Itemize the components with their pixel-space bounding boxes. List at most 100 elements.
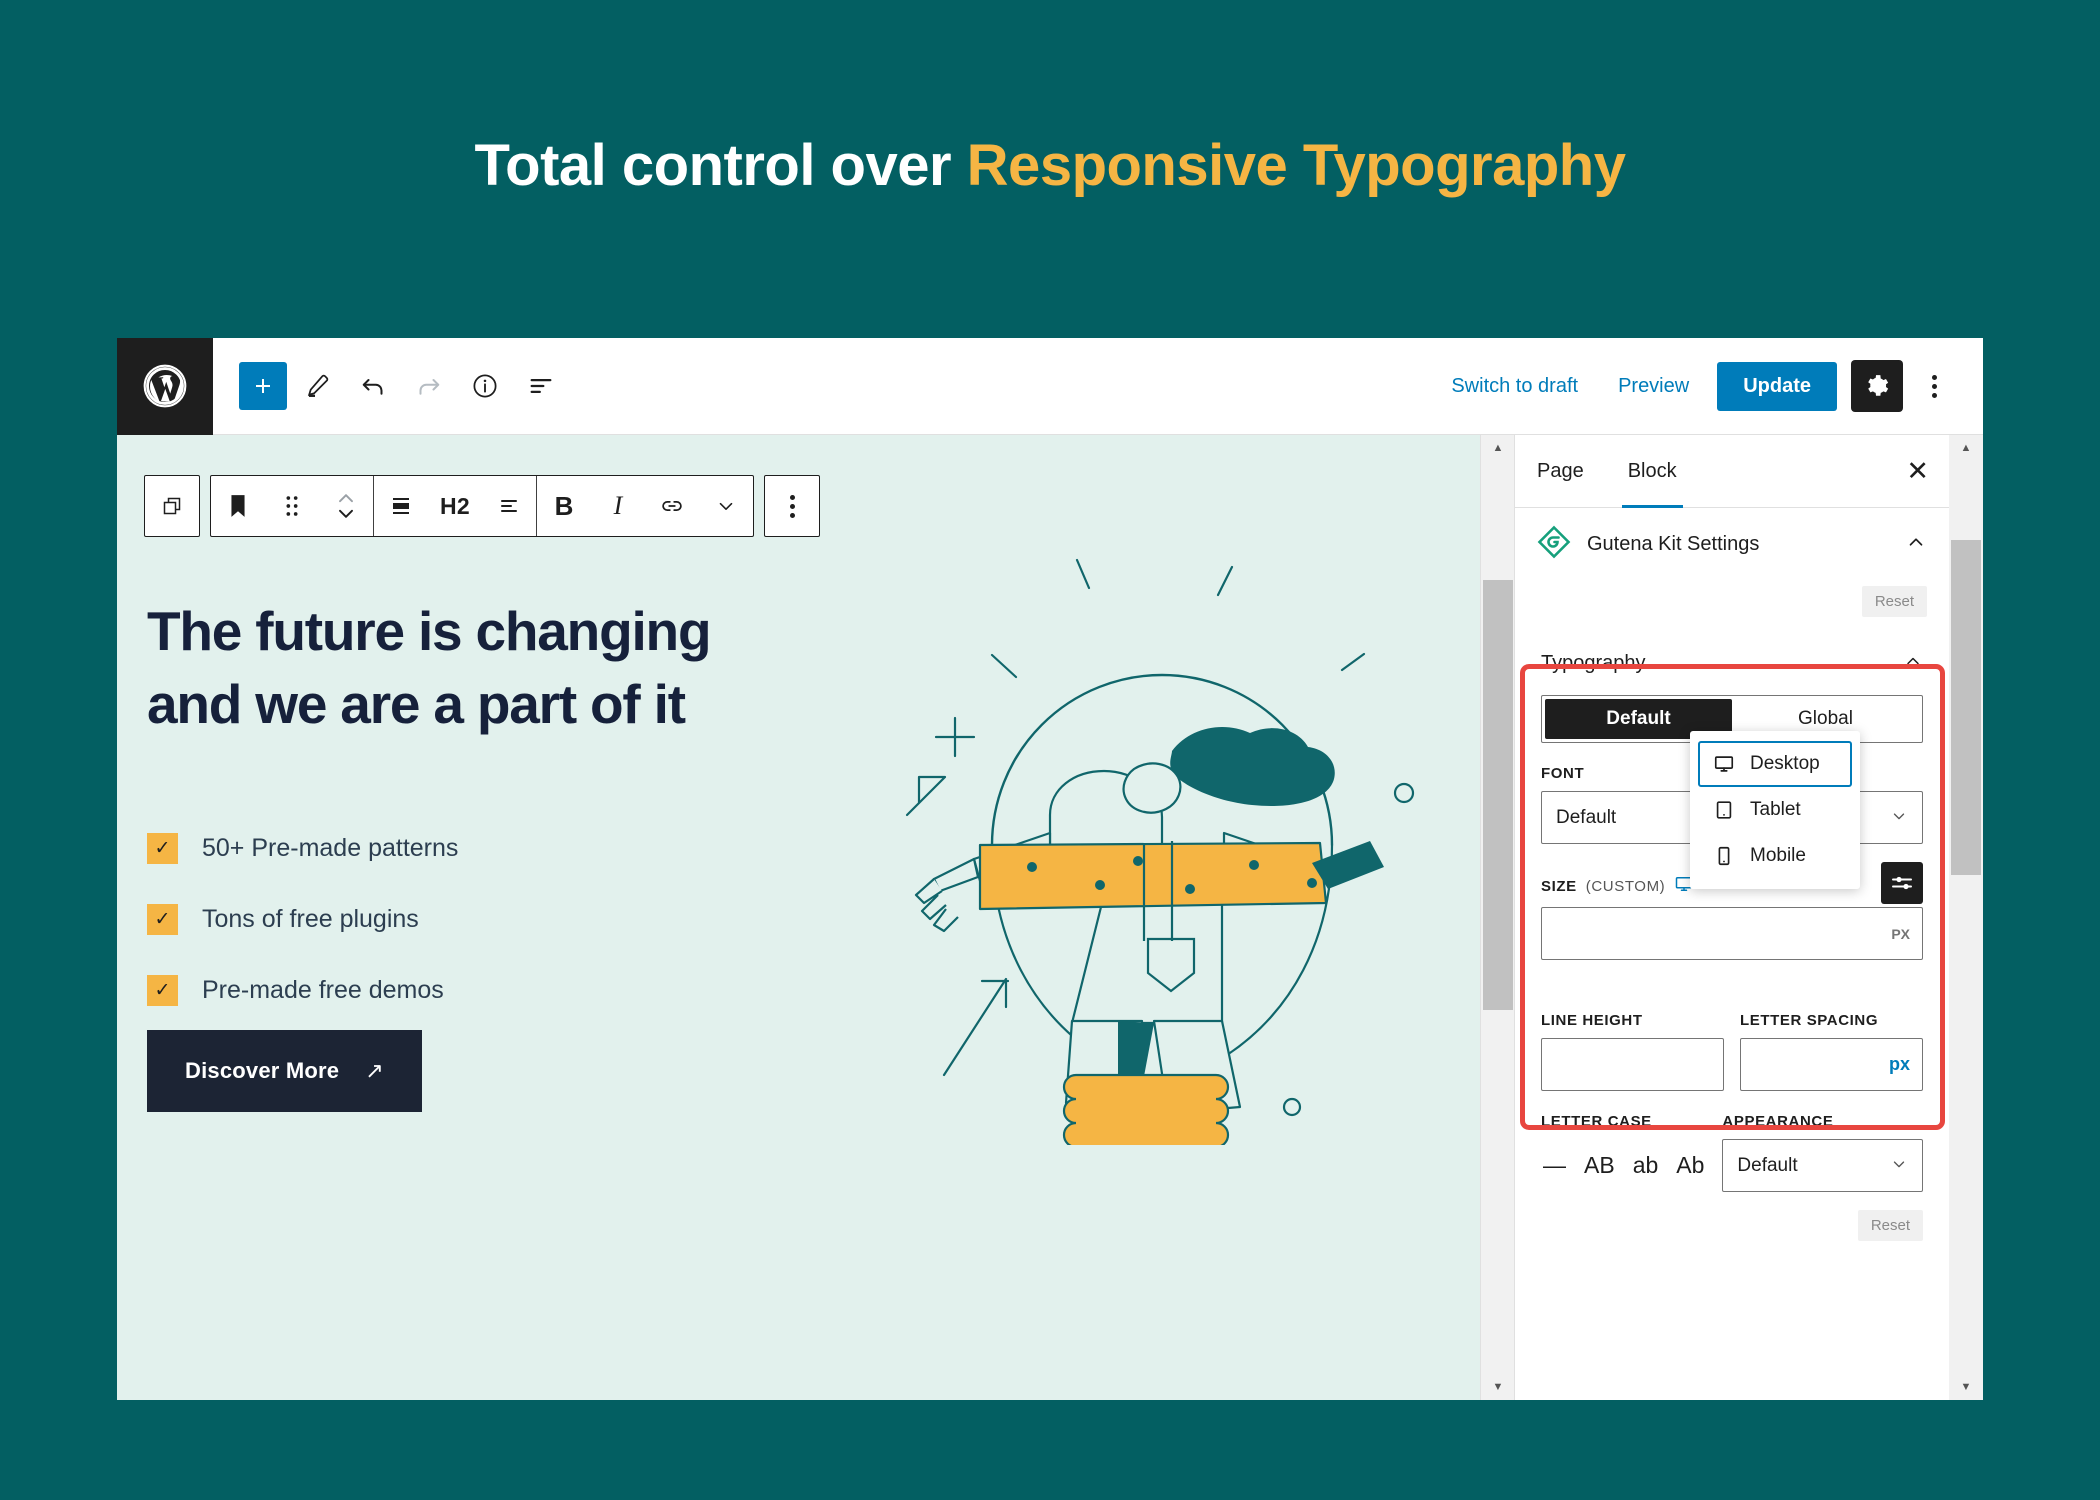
typography-section: Typography Default Global FONT Default S… <box>1515 631 1949 1241</box>
panel-scrollbar[interactable]: ▲ ▼ <box>1949 435 1983 1400</box>
size-label-text: SIZE <box>1541 877 1577 895</box>
triangle-up-icon[interactable]: ▲ <box>1481 435 1515 461</box>
line-height-col: LINE HEIGHT <box>1541 1012 1724 1091</box>
text-align-icon[interactable] <box>482 476 536 536</box>
list-view-icon[interactable] <box>515 360 567 412</box>
feature-list: ✓ 50+ Pre-made patterns ✓ Tons of free p… <box>147 813 707 1026</box>
sliders-icon[interactable] <box>1881 862 1923 904</box>
triangle-down-icon[interactable]: ▼ <box>1949 1374 1983 1400</box>
tools-pencil-icon[interactable] <box>291 360 343 412</box>
letter-case-uppercase-button[interactable]: AB <box>1582 1152 1617 1179</box>
discover-more-label: Discover More <box>185 1058 340 1083</box>
close-icon[interactable]: ✕ <box>1906 435 1929 507</box>
gear-icon[interactable] <box>1851 360 1903 412</box>
kebab-menu-icon[interactable] <box>765 476 819 536</box>
chevron-up-icon[interactable] <box>1905 531 1927 558</box>
letter-case-none-button[interactable]: — <box>1541 1152 1568 1179</box>
heading-bookmark-icon[interactable] <box>211 476 265 536</box>
check-icon: ✓ <box>147 833 178 864</box>
bold-button[interactable]: B <box>537 476 591 536</box>
toolbar-divider <box>373 476 374 536</box>
switch-to-draft-link[interactable]: Switch to draft <box>1431 375 1598 398</box>
line-height-label: LINE HEIGHT <box>1541 1012 1643 1029</box>
toolbar-divider <box>536 476 537 536</box>
line-height-input[interactable] <box>1541 1038 1724 1091</box>
parent-block-group <box>144 475 200 537</box>
discover-more-button[interactable]: Discover More ↗ <box>147 1030 422 1112</box>
tab-block[interactable]: Block <box>1606 435 1699 508</box>
list-item-label: Tons of free plugins <box>202 905 419 933</box>
move-up-down-icon[interactable] <box>319 476 373 536</box>
undo-arrow-icon[interactable] <box>347 360 399 412</box>
gutena-reset-row: Reset <box>1515 580 1949 631</box>
gutena-diamond-icon <box>1537 525 1571 564</box>
wordpress-logo-icon[interactable] <box>117 338 213 435</box>
mobile-phone-icon <box>1712 845 1736 867</box>
chevron-down-icon <box>1890 807 1908 829</box>
block-type-label[interactable]: H2 <box>428 476 482 536</box>
font-label-text: FONT <box>1541 765 1585 782</box>
font-value: Default <box>1556 806 1617 828</box>
align-block-icon[interactable] <box>374 476 428 536</box>
chevron-down-icon[interactable] <box>699 476 753 536</box>
device-option-label: Desktop <box>1750 753 1820 774</box>
size-sub-label: (CUSTOM) <box>1585 877 1666 895</box>
parent-block-icon[interactable] <box>145 476 199 536</box>
appearance-select[interactable]: Default <box>1722 1139 1923 1192</box>
preview-link[interactable]: Preview <box>1598 375 1709 398</box>
italic-button[interactable]: I <box>591 476 645 536</box>
check-icon: ✓ <box>147 975 178 1006</box>
kebab-menu-icon[interactable] <box>1911 360 1957 412</box>
letter-case-label: LETTER CASE <box>1541 1113 1652 1130</box>
typography-reset-button[interactable]: Reset <box>1857 1210 1923 1241</box>
editor-body: H2 B I The future is changing and we are… <box>117 435 1983 1400</box>
toolbar-right-group: Switch to draft Preview Update <box>1431 360 1983 412</box>
drag-handle-icon[interactable] <box>265 476 319 536</box>
redo-arrow-icon[interactable] <box>403 360 455 412</box>
page-title-accent: Responsive Typography <box>966 133 1626 198</box>
letter-spacing-label: LETTER SPACING <box>1740 1012 1879 1029</box>
gutena-reset-button[interactable]: Reset <box>1861 586 1927 617</box>
editor-toolbar: Switch to draft Preview Update <box>117 338 1983 435</box>
letter-case-lowercase-button[interactable]: ab <box>1631 1152 1661 1179</box>
block-toolbar: H2 B I <box>144 475 820 537</box>
appearance-col: APPEARANCE Default <box>1722 1113 1923 1192</box>
list-item-label: 50+ Pre-made patterns <box>202 834 459 862</box>
triangle-up-icon[interactable]: ▲ <box>1949 435 1983 461</box>
list-item: ✓ Pre-made free demos <box>147 955 707 1026</box>
chevron-up-icon[interactable] <box>1903 651 1923 676</box>
typography-header[interactable]: Typography <box>1541 631 1923 695</box>
letter-case-buttons: — AB ab Ab <box>1541 1139 1706 1192</box>
info-circle-icon[interactable] <box>459 360 511 412</box>
device-option-mobile[interactable]: Mobile <box>1698 833 1852 879</box>
appearance-label: APPEARANCE <box>1722 1113 1834 1130</box>
add-block-button[interactable] <box>239 362 287 410</box>
chevron-down-icon <box>1890 1155 1908 1177</box>
letter-case-col: LETTER CASE — AB ab Ab <box>1541 1113 1706 1192</box>
triangle-down-icon[interactable]: ▼ <box>1481 1374 1515 1400</box>
tab-page[interactable]: Page <box>1515 435 1606 507</box>
device-option-desktop[interactable]: Desktop <box>1698 741 1852 787</box>
arrow-up-right-icon: ↗ <box>365 1058 384 1083</box>
page-title: Total control over Responsive Typography <box>0 132 2100 199</box>
scrollbar-thumb[interactable] <box>1951 540 1981 875</box>
update-button[interactable]: Update <box>1717 361 1837 411</box>
list-item: ✓ 50+ Pre-made patterns <box>147 813 707 884</box>
link-icon[interactable] <box>645 476 699 536</box>
letter-case-capitalize-button[interactable]: Ab <box>1674 1152 1706 1179</box>
typography-reset-row: Reset <box>1541 1210 1923 1241</box>
toolbar-left-group <box>213 360 567 412</box>
kebab-dots <box>1931 374 1937 398</box>
letter-spacing-col: LETTER SPACING px <box>1740 1012 1923 1091</box>
size-input[interactable]: PX <box>1541 907 1923 960</box>
letter-spacing-input[interactable]: px <box>1740 1038 1923 1091</box>
scrollbar-thumb[interactable] <box>1483 580 1513 1010</box>
person-with-lightbulb-illustration <box>872 515 1452 1149</box>
gutena-kit-settings-header[interactable]: Gutena Kit Settings <box>1515 508 1949 580</box>
device-option-tablet[interactable]: Tablet <box>1698 787 1852 833</box>
device-dropdown-menu: Desktop Tablet Mobile <box>1690 731 1860 889</box>
canvas-headline[interactable]: The future is changing and we are a part… <box>147 595 787 740</box>
wordpress-editor-window: Switch to draft Preview Update H2 B I Th… <box>117 338 1983 1400</box>
editor-canvas: H2 B I The future is changing and we are… <box>117 435 1480 1400</box>
canvas-scrollbar[interactable]: ▲ ▼ <box>1480 435 1514 1400</box>
